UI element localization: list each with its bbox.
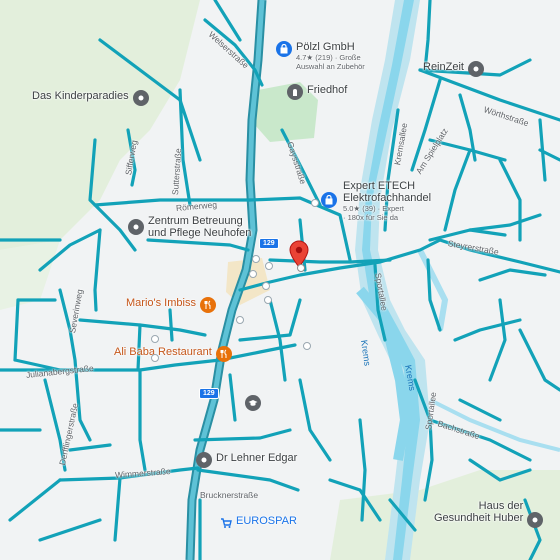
minor-place-dot[interactable]: [265, 262, 273, 270]
poi-name: Haus der: [478, 500, 524, 512]
poi-school[interactable]: [245, 395, 261, 411]
poi-eurospar[interactable]: EUROSPAR: [218, 515, 297, 531]
poi-name: EUROSPAR: [236, 515, 297, 527]
poi-das-kinderparadies[interactable]: Das Kinderparadies: [32, 90, 149, 106]
poi-rating: 5.0★ (39) · Expert: [343, 204, 404, 213]
restaurant-icon: [199, 297, 216, 313]
minor-place-dot[interactable]: [264, 296, 272, 304]
minor-place-dot[interactable]: [236, 316, 244, 324]
cart-icon: [218, 515, 234, 531]
minor-place-dot[interactable]: [252, 255, 260, 263]
poi-name: ReinZeit: [423, 61, 464, 73]
poi-dr-lehner-edgar[interactable]: Dr Lehner Edgar: [196, 452, 297, 468]
route-shield-b129: 129: [259, 238, 279, 249]
place-icon: [196, 452, 212, 468]
poi-haus-der-gesundheit[interactable]: Haus der Gesundheit Huber: [434, 500, 544, 528]
poi-name: Expert ETECH: [343, 180, 416, 192]
poi-name: Ali Baba Restaurant: [114, 346, 212, 358]
poi-name: Friedhof: [307, 84, 348, 96]
place-icon: [128, 219, 144, 235]
poi-friedhof[interactable]: Friedhof: [287, 84, 347, 100]
poi-rating: 4.7★ (219) · Große: [296, 53, 361, 62]
street-label-brucknerstrasse: Brucknerstraße: [200, 490, 259, 500]
minor-place-dot[interactable]: [151, 335, 159, 343]
map-base: [0, 0, 560, 560]
restaurant-icon: [215, 346, 232, 362]
minor-place-dot[interactable]: [262, 282, 270, 290]
place-icon: [132, 90, 149, 106]
map-canvas[interactable]: 129 129 Welserstraße Sifferweg Sutterstr…: [0, 0, 560, 560]
poi-name: Das Kinderparadies: [32, 90, 129, 102]
poi-zentrum-betreuung[interactable]: Zentrum Betreuung und Pflege Neuhofen: [128, 215, 251, 239]
poi-description: Auswahl an Zubehör: [296, 62, 365, 71]
place-icon: [527, 512, 544, 528]
minor-place-dot[interactable]: [249, 270, 257, 278]
poi-expert-etech[interactable]: Expert ETECH Elektrofachhandel 5.0★ (39)…: [321, 180, 431, 222]
minor-place-dot[interactable]: [151, 354, 159, 362]
route-shield-b129: 129: [199, 388, 219, 399]
poi-name: Pölzl GmbH: [296, 41, 355, 53]
poi-marios-imbiss[interactable]: Mario's Imbiss: [126, 297, 216, 313]
minor-place-dot[interactable]: [311, 199, 319, 207]
shopping-bag-icon: [276, 41, 292, 57]
shopping-bag-icon: [321, 192, 337, 208]
place-icon: [467, 61, 484, 77]
poi-name: Zentrum Betreuung: [148, 215, 243, 227]
poi-reinzeit[interactable]: ReinZeit: [423, 61, 484, 77]
cemetery-icon: [287, 84, 303, 100]
poi-description: · 180x für Sie da: [343, 213, 399, 222]
poi-name: Gesundheit Huber: [434, 512, 524, 524]
poi-name: Dr Lehner Edgar: [216, 452, 298, 464]
poi-name: Mario's Imbiss: [126, 297, 196, 309]
poi-name: und Pflege Neuhofen: [148, 227, 252, 239]
poi-ali-baba-restaurant[interactable]: Ali Baba Restaurant: [114, 346, 232, 362]
minor-place-dot[interactable]: [303, 342, 311, 350]
poi-name: Elektrofachhandel: [343, 192, 432, 204]
poi-polzl-gmbh[interactable]: Pölzl GmbH 4.7★ (219) · Große Auswahl an…: [276, 41, 365, 71]
graduation-cap-icon: [245, 395, 261, 411]
marker-anchor-dot: [297, 264, 305, 272]
